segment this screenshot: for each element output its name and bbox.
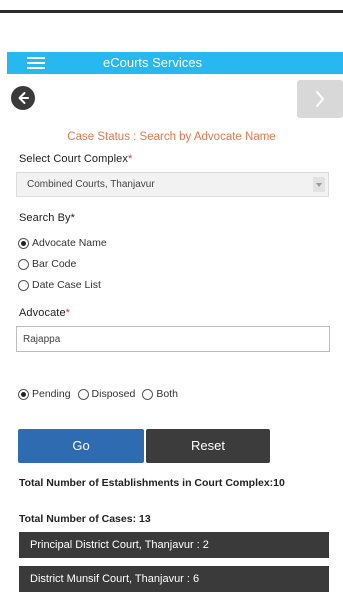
radio-icon <box>77 388 89 400</box>
arrow-left-icon <box>18 92 29 104</box>
radio-icon <box>142 388 154 400</box>
radio-icon <box>18 279 29 291</box>
page-title: Case Status : Search by Advocate Name <box>67 131 276 143</box>
court-result-item[interactable]: District Munsif Court, Thanjavur : 6 <box>19 566 329 592</box>
reset-button[interactable]: Reset <box>146 429 270 463</box>
establishments-count: Total Number of Establishments in Court … <box>19 477 285 489</box>
search-by-date-case-list[interactable]: Date Case List <box>18 279 101 291</box>
arrow-right-icon <box>316 91 324 107</box>
nav-bar <box>7 76 343 120</box>
chevron-down-icon <box>313 177 325 192</box>
radio-icon <box>18 388 29 400</box>
hamburger-icon[interactable] <box>27 57 45 69</box>
search-by-bar-code[interactable]: Bar Code <box>18 258 76 270</box>
app-title: eCourts Services <box>103 55 202 70</box>
status-both[interactable]: Both <box>142 388 178 400</box>
case-status-options: Pending Disposed Both <box>18 388 185 400</box>
radio-icon <box>18 237 29 249</box>
search-by-label: Search By* <box>19 212 76 224</box>
top-divider <box>0 10 343 13</box>
cases-count: Total Number of Cases: 13 <box>19 513 151 525</box>
app-bar: eCourts Services <box>7 52 343 74</box>
court-complex-label: Select Court Complex* <box>19 153 133 165</box>
forward-button[interactable] <box>297 80 343 118</box>
radio-icon <box>18 258 29 270</box>
court-complex-select[interactable]: Combined Courts, Thanjavur <box>16 172 329 197</box>
back-button[interactable] <box>11 86 35 110</box>
court-complex-value: Combined Courts, Thanjavur <box>27 179 155 190</box>
go-button[interactable]: Go <box>18 429 144 463</box>
status-pending[interactable]: Pending <box>18 388 71 400</box>
status-disposed[interactable]: Disposed <box>77 388 135 400</box>
court-result-item[interactable]: Principal District Court, Thanjavur : 2 <box>19 532 329 558</box>
advocate-label: Advocate* <box>19 307 71 319</box>
search-by-advocate-name[interactable]: Advocate Name <box>18 237 107 249</box>
advocate-name-field[interactable]: Rajappa <box>16 326 330 352</box>
